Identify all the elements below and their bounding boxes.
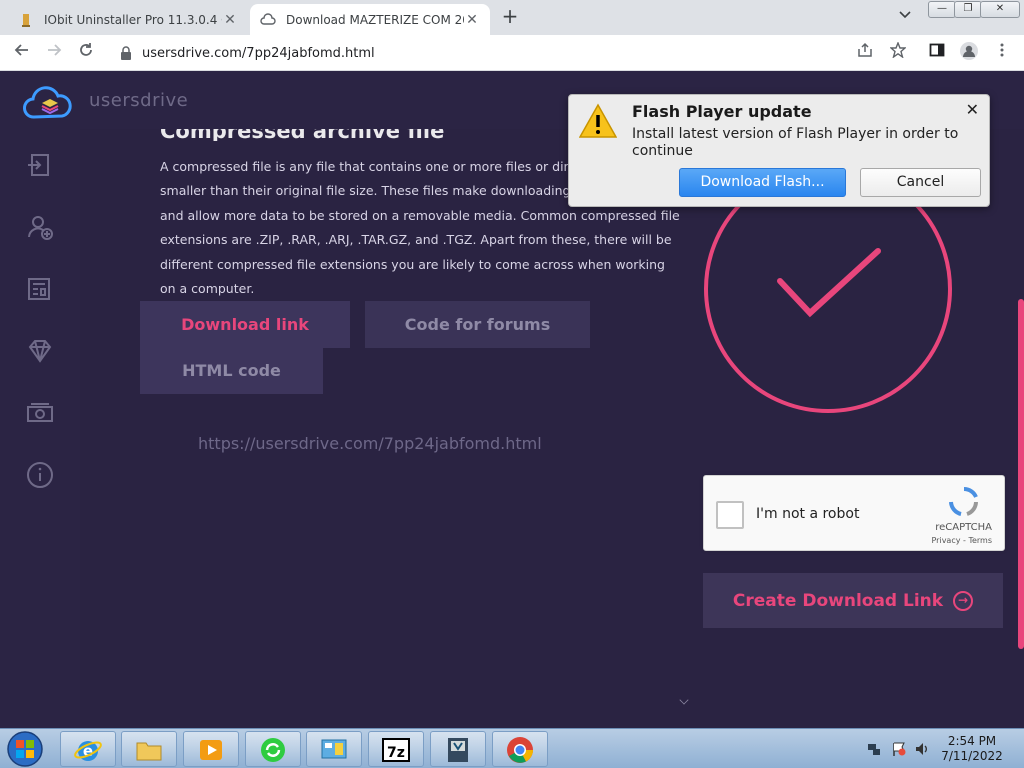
tab-download[interactable]: Download MAZTERIZE COM 202 ✕ bbox=[250, 4, 490, 35]
tab-iobit[interactable]: IObit Uninstaller Pro 11.3.0.4 Cra ✕ bbox=[8, 4, 248, 35]
tab-search-chevron-icon[interactable] bbox=[893, 8, 917, 28]
arrow-right-circle-icon: → bbox=[953, 590, 974, 611]
dialog-title: Flash Player update bbox=[632, 102, 812, 121]
network-tray-icon[interactable] bbox=[866, 741, 882, 757]
tab-close-icon[interactable]: ✕ bbox=[464, 12, 480, 28]
cancel-button[interactable]: Cancel bbox=[860, 168, 981, 197]
media-player-icon bbox=[200, 740, 222, 760]
lock-icon bbox=[121, 46, 131, 60]
menu-kebab-icon[interactable] bbox=[990, 41, 1014, 65]
recaptcha-widget: I'm not a robot reCAPTCHA Privacy - Term… bbox=[703, 475, 1005, 551]
warning-icon bbox=[579, 103, 617, 138]
close-window-button[interactable]: ✕ bbox=[980, 1, 1020, 18]
taskbar-ie[interactable]: e bbox=[60, 731, 116, 767]
tab-close-icon[interactable]: ✕ bbox=[222, 12, 238, 28]
recaptcha-checkbox[interactable] bbox=[716, 501, 744, 529]
windows-taskbar: e 7z 2:54 PM 7/11/2022 bbox=[0, 728, 1024, 768]
profile-avatar-icon[interactable] bbox=[957, 41, 981, 65]
clock-date: 7/11/2022 bbox=[941, 749, 1003, 763]
tab-html-code[interactable]: HTML code bbox=[140, 347, 323, 394]
browser-toolbar: usersdrive.com/7pp24jabfomd.html bbox=[0, 35, 1024, 71]
cloud-favicon-icon bbox=[260, 12, 276, 25]
dialog-close-icon[interactable]: ✕ bbox=[966, 100, 979, 119]
folder-icon bbox=[136, 742, 162, 761]
clock-time: 2:54 PM bbox=[947, 734, 997, 748]
new-tab-button[interactable]: + bbox=[498, 5, 522, 29]
taskbar-control-panel[interactable] bbox=[306, 731, 362, 767]
reload-icon[interactable] bbox=[74, 41, 98, 65]
taskbar-7zip[interactable]: 7z bbox=[368, 731, 424, 767]
minimize-button[interactable]: — bbox=[928, 1, 956, 18]
create-button-label: Create Download Link bbox=[732, 590, 944, 611]
forward-icon[interactable] bbox=[42, 41, 66, 65]
bookmark-star-icon[interactable] bbox=[886, 41, 910, 65]
url-text: usersdrive.com/7pp24jabfomd.html bbox=[142, 45, 375, 61]
tab-strip: IObit Uninstaller Pro 11.3.0.4 Cra ✕ Dow… bbox=[0, 0, 1024, 35]
link-textarea[interactable]: https://usersdrive.com/7pp24jabfomd.html bbox=[160, 394, 690, 706]
tab-title: Download MAZTERIZE COM 202 bbox=[286, 12, 464, 27]
tab-download-link[interactable]: Download link bbox=[140, 301, 350, 348]
taskbar-media-player[interactable] bbox=[183, 731, 239, 767]
money-icon[interactable] bbox=[26, 399, 54, 427]
installer-icon bbox=[448, 738, 468, 762]
recaptcha-label: I'm not a robot bbox=[756, 506, 860, 522]
sidebar-nav: usersdrive bbox=[0, 71, 188, 728]
back-icon[interactable] bbox=[10, 41, 34, 65]
share-icon[interactable] bbox=[853, 41, 877, 65]
news-icon[interactable] bbox=[26, 275, 54, 303]
download-link-text: https://usersdrive.com/7pp24jabfomd.html bbox=[198, 434, 542, 453]
internet-explorer-icon: e bbox=[74, 741, 102, 761]
svg-text:7z: 7z bbox=[387, 745, 405, 761]
login-icon[interactable] bbox=[26, 151, 54, 179]
premium-diamond-icon[interactable] bbox=[26, 337, 54, 365]
add-user-icon[interactable] bbox=[26, 213, 54, 241]
start-button-icon[interactable] bbox=[3, 730, 47, 768]
dialog-message: Install latest version of Flash Player i… bbox=[632, 126, 959, 159]
address-bar[interactable]: usersdrive.com/7pp24jabfomd.html bbox=[108, 39, 908, 67]
7zip-icon: 7z bbox=[382, 738, 410, 762]
taskbar-update-app[interactable] bbox=[245, 731, 301, 767]
taskbar-chrome[interactable] bbox=[492, 731, 548, 767]
restore-button[interactable]: ❐ bbox=[954, 1, 982, 18]
control-panel-icon bbox=[321, 739, 347, 759]
create-download-link-button[interactable]: Create Download Link → bbox=[703, 573, 1003, 628]
download-flash-button[interactable]: Download Flash... bbox=[679, 168, 846, 197]
recaptcha-terms-link[interactable]: Privacy - Terms bbox=[932, 536, 993, 545]
site-logo-text: usersdrive bbox=[89, 90, 189, 111]
side-panel-icon[interactable] bbox=[925, 41, 949, 65]
chrome-icon bbox=[507, 737, 533, 763]
volume-icon[interactable] bbox=[914, 741, 930, 757]
refresh-green-icon bbox=[261, 738, 285, 762]
page-favicon-icon bbox=[22, 13, 30, 27]
taskbar-installer[interactable] bbox=[430, 731, 486, 767]
system-clock[interactable]: 2:54 PM 7/11/2022 bbox=[932, 734, 1012, 764]
tab-title: IObit Uninstaller Pro 11.3.0.4 Cra bbox=[44, 12, 222, 27]
resize-handle-icon[interactable] bbox=[679, 695, 689, 705]
usersdrive-logo-icon bbox=[23, 86, 72, 119]
info-icon[interactable] bbox=[26, 461, 54, 489]
flash-update-dialog: Flash Player update Install latest versi… bbox=[568, 94, 990, 207]
page-scrollbar[interactable] bbox=[1018, 299, 1024, 649]
action-center-flag-icon[interactable] bbox=[891, 741, 907, 757]
taskbar-explorer[interactable] bbox=[121, 731, 177, 767]
recaptcha-brand: reCAPTCHA bbox=[935, 522, 992, 533]
tab-code-for-forums[interactable]: Code for forums bbox=[365, 301, 590, 348]
recaptcha-logo-icon bbox=[949, 487, 978, 516]
